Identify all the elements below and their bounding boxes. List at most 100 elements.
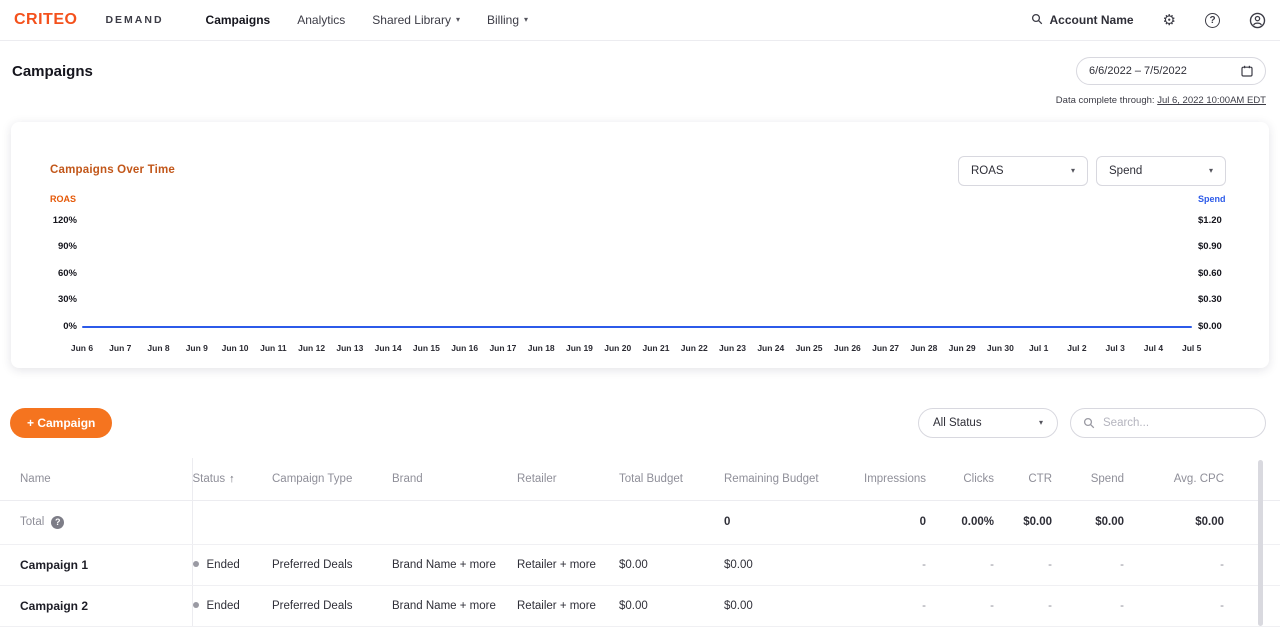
campaigns-table-wrap: Name Status↑Campaign Type BrandRetailer Tot… [0,458,1280,627]
campaign-name-link[interactable]: Campaign 1 [20,558,88,572]
status-cell [192,500,272,544]
search-box [1070,408,1266,438]
column-header-name[interactable]: Name [0,458,192,500]
criteo-logo[interactable]: CRITEO [14,11,77,29]
campaigns-over-time-card: Campaigns Over Time ROAS ▾ Spend ▾ ROAS … [11,122,1269,368]
status-dot-icon [193,561,199,567]
chevron-down-icon: ▾ [1071,167,1075,175]
column-header-total_budget[interactable]: Total Budget [619,458,724,500]
column-label: Spend [1091,473,1124,485]
ctr-cell: $0.00 [1002,500,1060,544]
x-axis-label: Jun 26 [828,343,866,353]
x-axis-label: Jul 4 [1134,343,1172,353]
product-name: DEMAND [105,14,163,26]
search-icon [1083,417,1095,429]
account-search[interactable]: Account Name [1031,13,1134,28]
data-complete-value[interactable]: Jul 6, 2022 10:00AM EDT [1157,95,1266,106]
data-complete-prefix: Data complete through: [1056,95,1155,106]
x-axis-label: Jun 27 [867,343,905,353]
left-axis-tick: 60% [31,260,77,287]
left-axis-tick: 90% [31,234,77,261]
primary-metric-select[interactable]: ROAS ▾ [958,156,1088,186]
x-axis-label: Jul 3 [1096,343,1134,353]
nav-item-billing[interactable]: Billing▾ [487,13,528,27]
x-axis-label: Jun 21 [637,343,675,353]
nav-item-shared-library[interactable]: Shared Library▾ [372,13,460,27]
main-nav: Campaigns Analytics Shared Library▾ Billing… [206,13,528,27]
column-label: Name [20,473,51,485]
chevron-down-icon: ▾ [456,16,460,24]
nav-item-label: Billing [487,13,519,27]
name-cell: Total? [0,500,192,544]
x-axis-label: Jul 1 [1020,343,1058,353]
secondary-metric-select[interactable]: Spend ▾ [1096,156,1226,186]
x-axis-label: Jul 5 [1173,343,1211,353]
page-header: Campaigns 6/6/2022 – 7/5/2022 [0,41,1280,85]
search-icon [1031,13,1043,28]
name-cell: Campaign 2 [0,585,192,626]
x-axis-label: Jun 30 [981,343,1019,353]
search-input[interactable] [1103,417,1253,429]
x-axis-label: Jun 19 [560,343,598,353]
nav-item-label: Campaigns [206,13,271,27]
nav-item-campaigns[interactable]: Campaigns [206,13,271,27]
campaign-type-cell: Preferred Deals [272,544,392,585]
spend-series-line [82,326,1192,328]
campaign-name-link[interactable]: Campaign 2 [20,599,88,613]
name-cell: Campaign 1 [0,544,192,585]
date-range-picker[interactable]: 6/6/2022 – 7/5/2022 [1076,57,1266,85]
vertical-scrollbar[interactable] [1258,460,1263,626]
x-axis-label: Jun 17 [484,343,522,353]
column-header-spend[interactable]: Spend [1060,458,1132,500]
campaigns-toolbar: + Campaign All Status ▾ [10,408,1266,438]
clicks-cell: 0.00% [934,500,1002,544]
right-axis-tick: $1.20 [1198,207,1250,234]
left-axis-ticks: 120%90%60%30%0% [31,207,77,340]
page-title: Campaigns [12,63,93,80]
clicks-cell: - [934,585,1002,626]
total-budget-cell: $0.00 [619,585,724,626]
help-icon[interactable]: ? [51,516,64,529]
column-label: Campaign Type [272,473,352,485]
chart-metric-controls: ROAS ▾ Spend ▾ [958,156,1226,186]
column-header-remaining_budget[interactable]: Remaining Budget [724,458,842,500]
nav-right: Account Name ⚙ ? [1031,12,1266,29]
gear-icon[interactable]: ⚙ [1163,13,1176,28]
column-header-brand[interactable]: Brand [392,458,517,500]
column-header-impressions[interactable]: Impressions [842,458,934,500]
left-axis-tick: 120% [31,207,77,234]
brand-cell [392,500,517,544]
remaining-budget-cell: $0.00 [724,585,842,626]
x-axis-label: Jun 18 [522,343,560,353]
help-icon[interactable]: ? [1205,13,1220,28]
column-header-ctr[interactable]: CTR [1002,458,1060,500]
table-header-row: Name Status↑Campaign Type BrandRetailer Tot… [0,458,1280,500]
column-header-retailer[interactable]: Retailer [517,458,619,500]
chart-title: Campaigns Over Time [50,164,175,176]
status-filter-value: All Status [933,417,982,429]
status-dot-icon [193,602,199,608]
date-range-value: 6/6/2022 – 7/5/2022 [1089,65,1233,77]
new-campaign-button[interactable]: + Campaign [10,408,112,438]
table-row: Campaign 1EndedPreferred DealsBrand Name… [0,544,1280,585]
x-axis-label: Jun 28 [905,343,943,353]
column-label: Retailer [517,473,557,485]
status-cell: Ended [192,544,272,585]
x-axis-label: Jun 14 [369,343,407,353]
table-row: Campaign 2EndedPreferred DealsBrand Name… [0,585,1280,626]
campaign-type-cell: Preferred Deals [272,585,392,626]
status-filter-select[interactable]: All Status ▾ [918,408,1058,438]
left-axis-tick: 30% [31,287,77,314]
total-row: Total?000.00%$0.00$0.00$0.00 [0,500,1280,544]
clicks-cell: - [934,544,1002,585]
column-label: Status [193,473,226,485]
x-axis-label: Jul 2 [1058,343,1096,353]
column-header-campaign_type[interactable]: Campaign Type [272,458,392,500]
x-axis-label: Jun 29 [943,343,981,353]
column-header-status[interactable]: Status↑ [192,458,272,500]
right-axis-tick: $0.30 [1198,287,1250,314]
user-profile-icon[interactable] [1249,12,1266,29]
nav-item-analytics[interactable]: Analytics [297,13,345,27]
impressions-cell: - [842,544,934,585]
column-header-clicks[interactable]: Clicks [934,458,1002,500]
